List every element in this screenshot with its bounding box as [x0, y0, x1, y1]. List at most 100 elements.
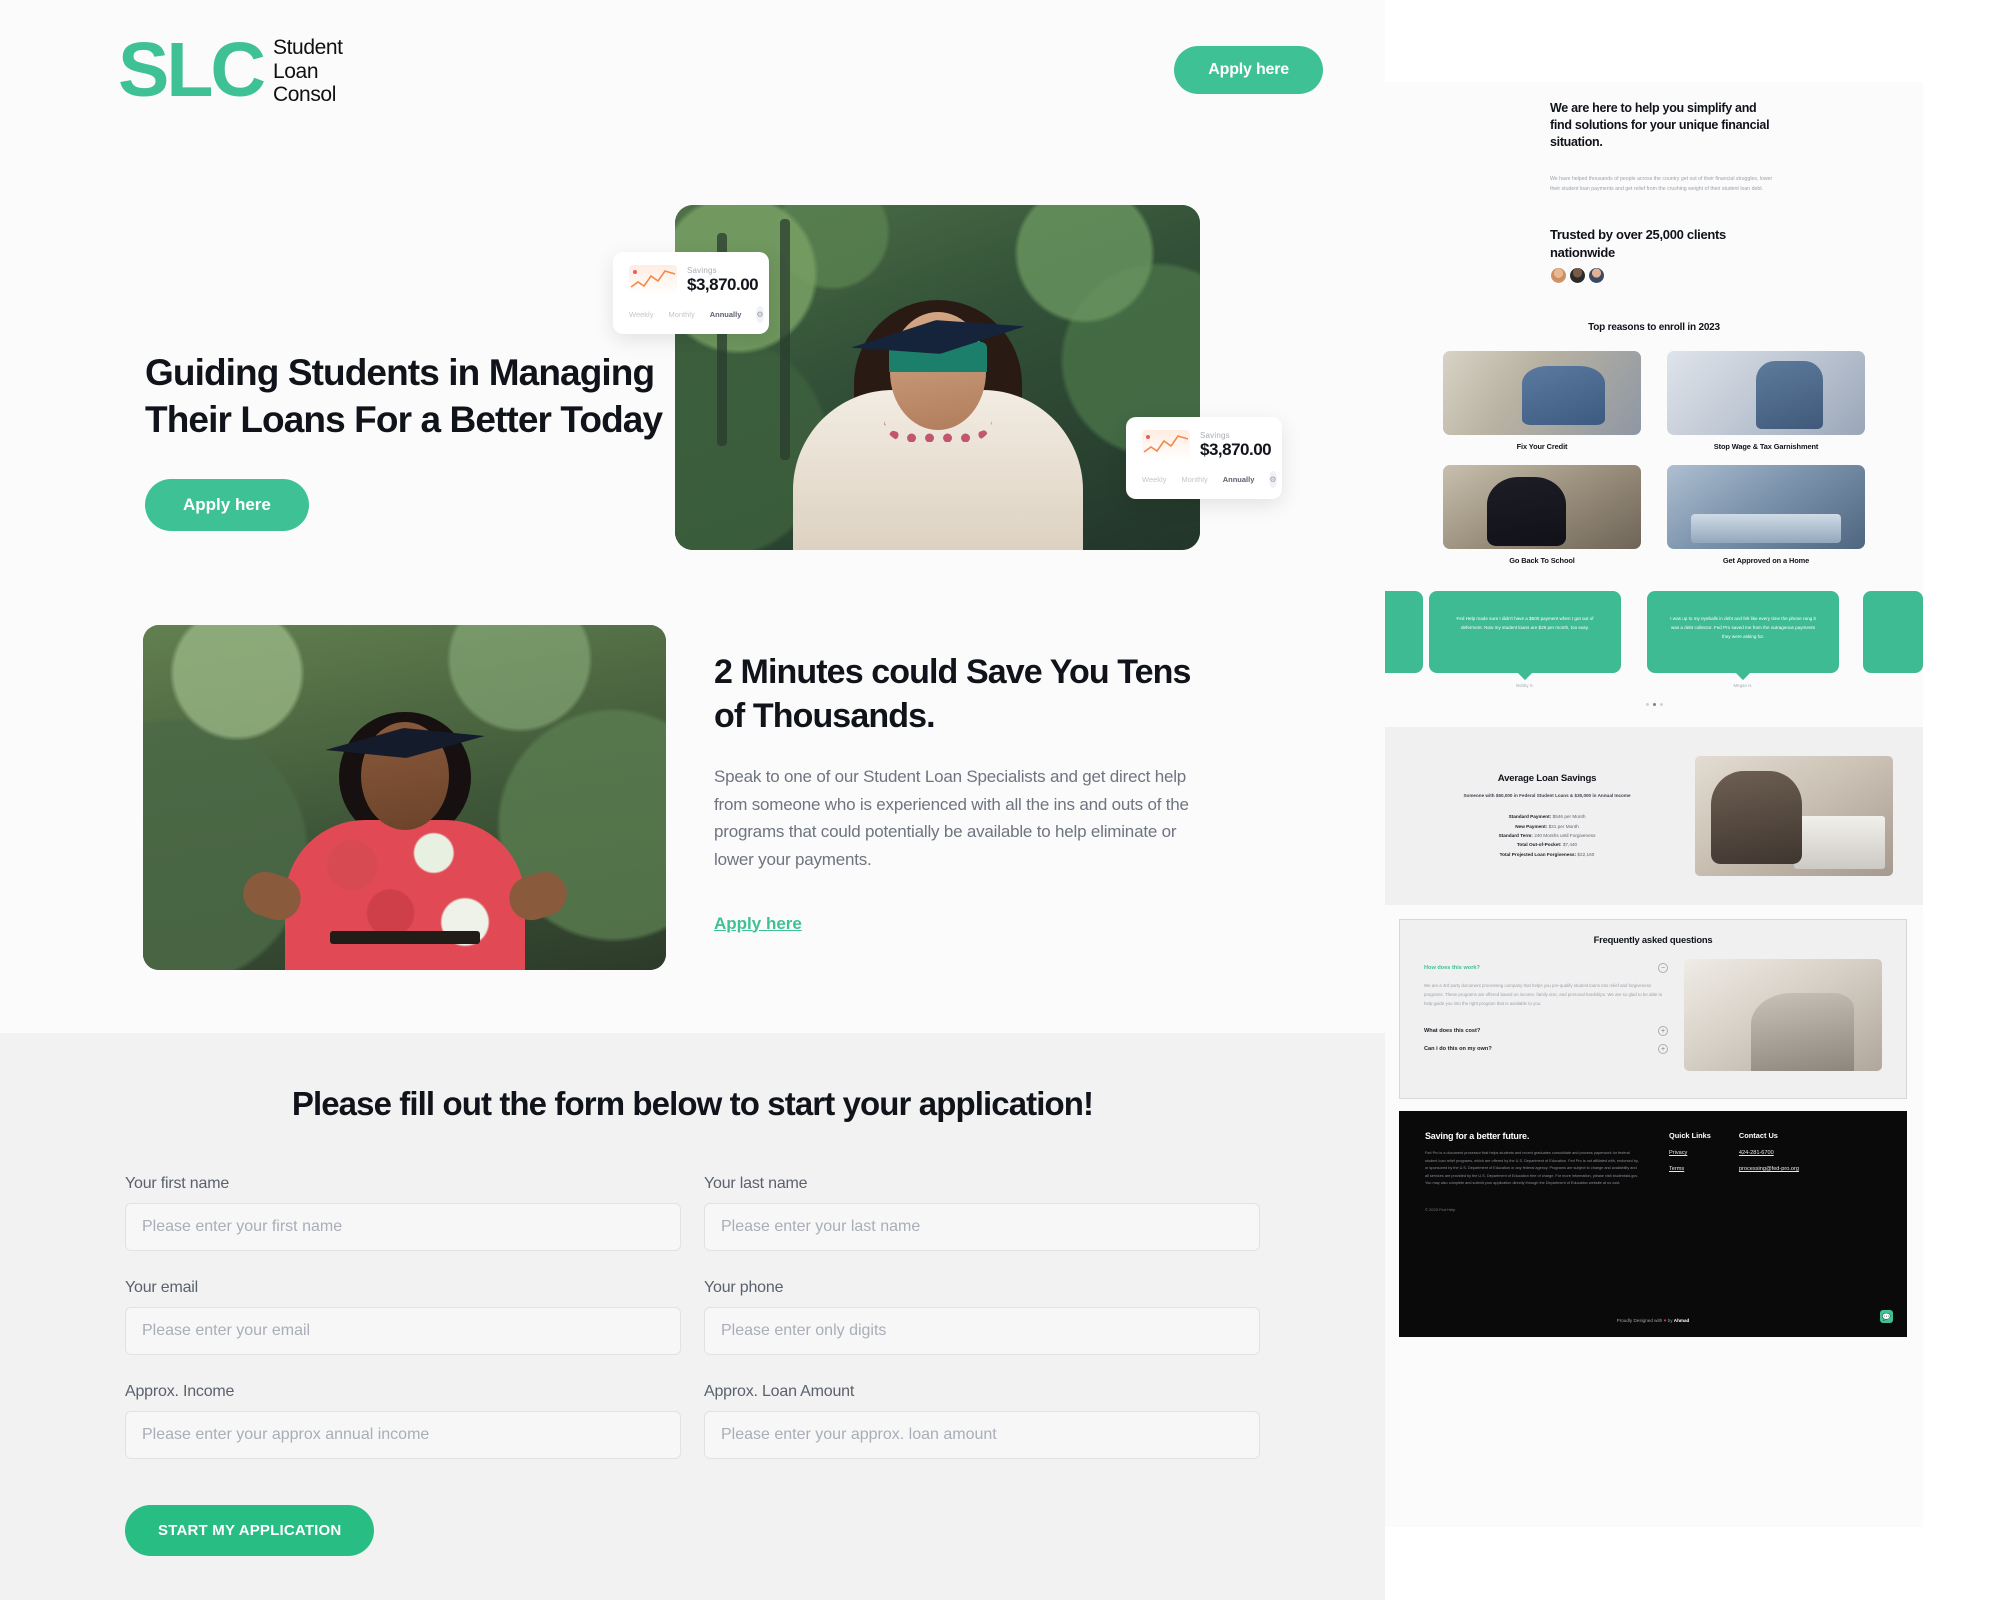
reason-caption: Go Back To School	[1509, 556, 1575, 566]
header-apply-button[interactable]: Apply here	[1174, 46, 1323, 94]
savings-value: $3,870.00	[687, 274, 759, 294]
testimonial-name: Megan H.	[1733, 683, 1753, 689]
savings-row-value: 240 Months until Forgiveness	[1534, 833, 1596, 839]
field-loan-amount: Approx. Loan Amount	[704, 1383, 1260, 1459]
input-income[interactable]	[125, 1411, 681, 1459]
chat-widget-icon[interactable]: 💬	[1880, 1310, 1893, 1324]
client-avatars	[1550, 267, 1605, 285]
footer-email-link[interactable]: processing@fed-pro.org	[1739, 1166, 1799, 1172]
preview-average-savings: Average Loan Savings Someone with $50,00…	[1385, 727, 1923, 906]
footer-phone-link[interactable]: 424-281-6700	[1739, 1150, 1799, 1156]
reason-card-approved-home[interactable]: Get Approved on a Home	[1667, 465, 1865, 565]
savings-photo	[1695, 756, 1893, 877]
savings-row-label: Total Projected Loan Forgiveness:	[1499, 851, 1577, 857]
input-phone[interactable]	[704, 1307, 1260, 1355]
site-header: SLC Student Loan Consol Apply here	[0, 0, 1385, 140]
testimonial-name: Bobby S.	[1516, 683, 1534, 689]
reason-caption: Get Approved on a Home	[1722, 556, 1810, 566]
carousel-dots[interactable]	[1385, 703, 1923, 707]
savings-text-block: Average Loan Savings Someone with $50,00…	[1415, 773, 1679, 859]
savings-value: $3,870.00	[1200, 439, 1272, 459]
avatar	[1550, 267, 1567, 285]
plus-icon[interactable]: +	[1658, 1044, 1668, 1055]
footer-brand: Saving for a better future.	[1425, 1131, 1530, 1142]
heart-icon: ♥	[1663, 1318, 1667, 1324]
savings-row-label: Total Out-of-Pocket:	[1516, 842, 1562, 848]
hero-apply-button[interactable]: Apply here	[145, 478, 309, 531]
footer-about: Saving for a better future. Fed Pro is a…	[1425, 1131, 1641, 1212]
hero-media: Savings $3,870.00 Weekly Monthly Annuall…	[613, 205, 1282, 550]
faq-item-can-i-do-this-on-my-own[interactable]: Can i do this on my own? +	[1424, 1040, 1668, 1058]
footer-link-terms[interactable]: Terms	[1669, 1166, 1711, 1172]
faq-answer: We are a 3rd party document processing c…	[1424, 983, 1663, 1007]
preview-testimonials: Fed Help made sure I didn't have a $500 …	[1385, 591, 1923, 709]
footer-quick-links-title: Quick Links	[1669, 1131, 1711, 1141]
footer-columns: Saving for a better future. Fed Pro is a…	[1425, 1131, 1881, 1212]
input-last-name[interactable]	[704, 1203, 1260, 1251]
testimonial-card-partial-right	[1863, 591, 1923, 674]
savings-card-menu-icon[interactable]: ⚙	[756, 306, 764, 323]
field-email: Your email	[125, 1279, 681, 1355]
faq-list: How does this work? − We are a 3rd party…	[1424, 959, 1668, 1071]
preview-intro-heading: We are here to help you simplify and fin…	[1550, 101, 1770, 149]
graduate-figure-2	[237, 705, 572, 970]
testimonial-quote: I was up to my eyeballs in debt and felt…	[1670, 616, 1816, 640]
faq-photo	[1684, 959, 1882, 1072]
reason-image	[1667, 465, 1865, 550]
input-email[interactable]	[125, 1307, 681, 1355]
savings-tab-annually[interactable]: Annually	[1223, 475, 1255, 484]
savings-row-value: $22,160	[1577, 851, 1595, 857]
carousel-dot[interactable]	[1659, 703, 1663, 707]
input-loan-amount[interactable]	[704, 1411, 1260, 1459]
carousel-dot[interactable]	[1645, 703, 1649, 707]
faq-item-how-does-this-work[interactable]: How does this work? −	[1424, 959, 1668, 977]
testimonial-card: Fed Help made sure I didn't have a $500 …	[1429, 591, 1621, 681]
savings-card-row: Savings $3,870.00	[1142, 430, 1272, 460]
start-application-button[interactable]: START MY APPLICATION	[125, 1505, 375, 1556]
faq-question: How does this work?	[1424, 965, 1480, 972]
preview-reasons-title: Top reasons to enroll in 2023	[1588, 322, 1720, 334]
savings-card-meta: Savings $3,870.00	[1200, 431, 1272, 460]
savings-rows: Standard Payment: $546 per Month New Pay…	[1415, 812, 1679, 859]
savings-card-menu-icon[interactable]: ⚙	[1269, 471, 1277, 488]
footer-contact-title: Contact Us	[1738, 1131, 1778, 1141]
footer-copyright: © 2023 Fed Help	[1425, 1207, 1456, 1213]
value-prop-section: 2 Minutes could Save You Tens of Thousan…	[0, 550, 1385, 970]
section-two-photo	[143, 625, 666, 970]
graduate-figure	[788, 300, 1088, 550]
section-two-apply-link[interactable]: Apply here	[714, 914, 802, 934]
field-income: Approx. Income	[125, 1383, 681, 1459]
faq-title: Frequently asked questions	[1593, 934, 1713, 946]
reason-card-fix-credit[interactable]: Fix Your Credit	[1443, 351, 1641, 451]
site-logo[interactable]: SLC Student Loan Consol	[118, 31, 343, 109]
reason-image	[1443, 351, 1641, 436]
reason-card-stop-garnishment[interactable]: Stop Wage & Tax Garnishment	[1667, 351, 1865, 451]
preview-footer: Saving for a better future. Fed Pro is a…	[1399, 1111, 1907, 1338]
input-first-name[interactable]	[125, 1203, 681, 1251]
savings-subtitle: Someone with $50,000 in Federal Student …	[1463, 793, 1631, 799]
preview-intro-sub: We have helped thousands of people acros…	[1550, 176, 1773, 192]
reason-image	[1667, 351, 1865, 436]
application-form-section: Please fill out the form below to start …	[0, 1033, 1385, 1600]
minus-icon[interactable]: −	[1658, 963, 1668, 974]
faq-item-what-does-this-cost[interactable]: What does this cost? +	[1424, 1022, 1668, 1040]
savings-row: New Payment: $31 per Month	[1415, 822, 1679, 831]
main-page: SLC Student Loan Consol Apply here Guidi…	[0, 0, 1385, 1600]
savings-tab-weekly[interactable]: Weekly	[1142, 475, 1166, 484]
footer-link-privacy[interactable]: Privacy	[1669, 1150, 1711, 1156]
credit-name: Ahmad	[1673, 1318, 1690, 1324]
reason-image	[1443, 465, 1641, 550]
figure-necklace	[883, 420, 992, 442]
savings-row-value: $7,440	[1562, 842, 1578, 848]
plus-icon[interactable]: +	[1658, 1026, 1668, 1037]
savings-tab-monthly[interactable]: Monthly	[668, 310, 694, 319]
form-grid: Your first name Your last name Your emai…	[125, 1175, 1260, 1459]
savings-row-label: Standard Payment:	[1508, 814, 1552, 820]
faq-question: What does this cost?	[1424, 1028, 1481, 1035]
savings-tab-weekly[interactable]: Weekly	[629, 310, 653, 319]
sparkline-chart-icon	[1142, 430, 1190, 460]
savings-tab-monthly[interactable]: Monthly	[1181, 475, 1207, 484]
reason-card-back-to-school[interactable]: Go Back To School	[1443, 465, 1641, 565]
savings-tab-annually[interactable]: Annually	[710, 310, 742, 319]
carousel-dot-active[interactable]	[1652, 703, 1656, 707]
